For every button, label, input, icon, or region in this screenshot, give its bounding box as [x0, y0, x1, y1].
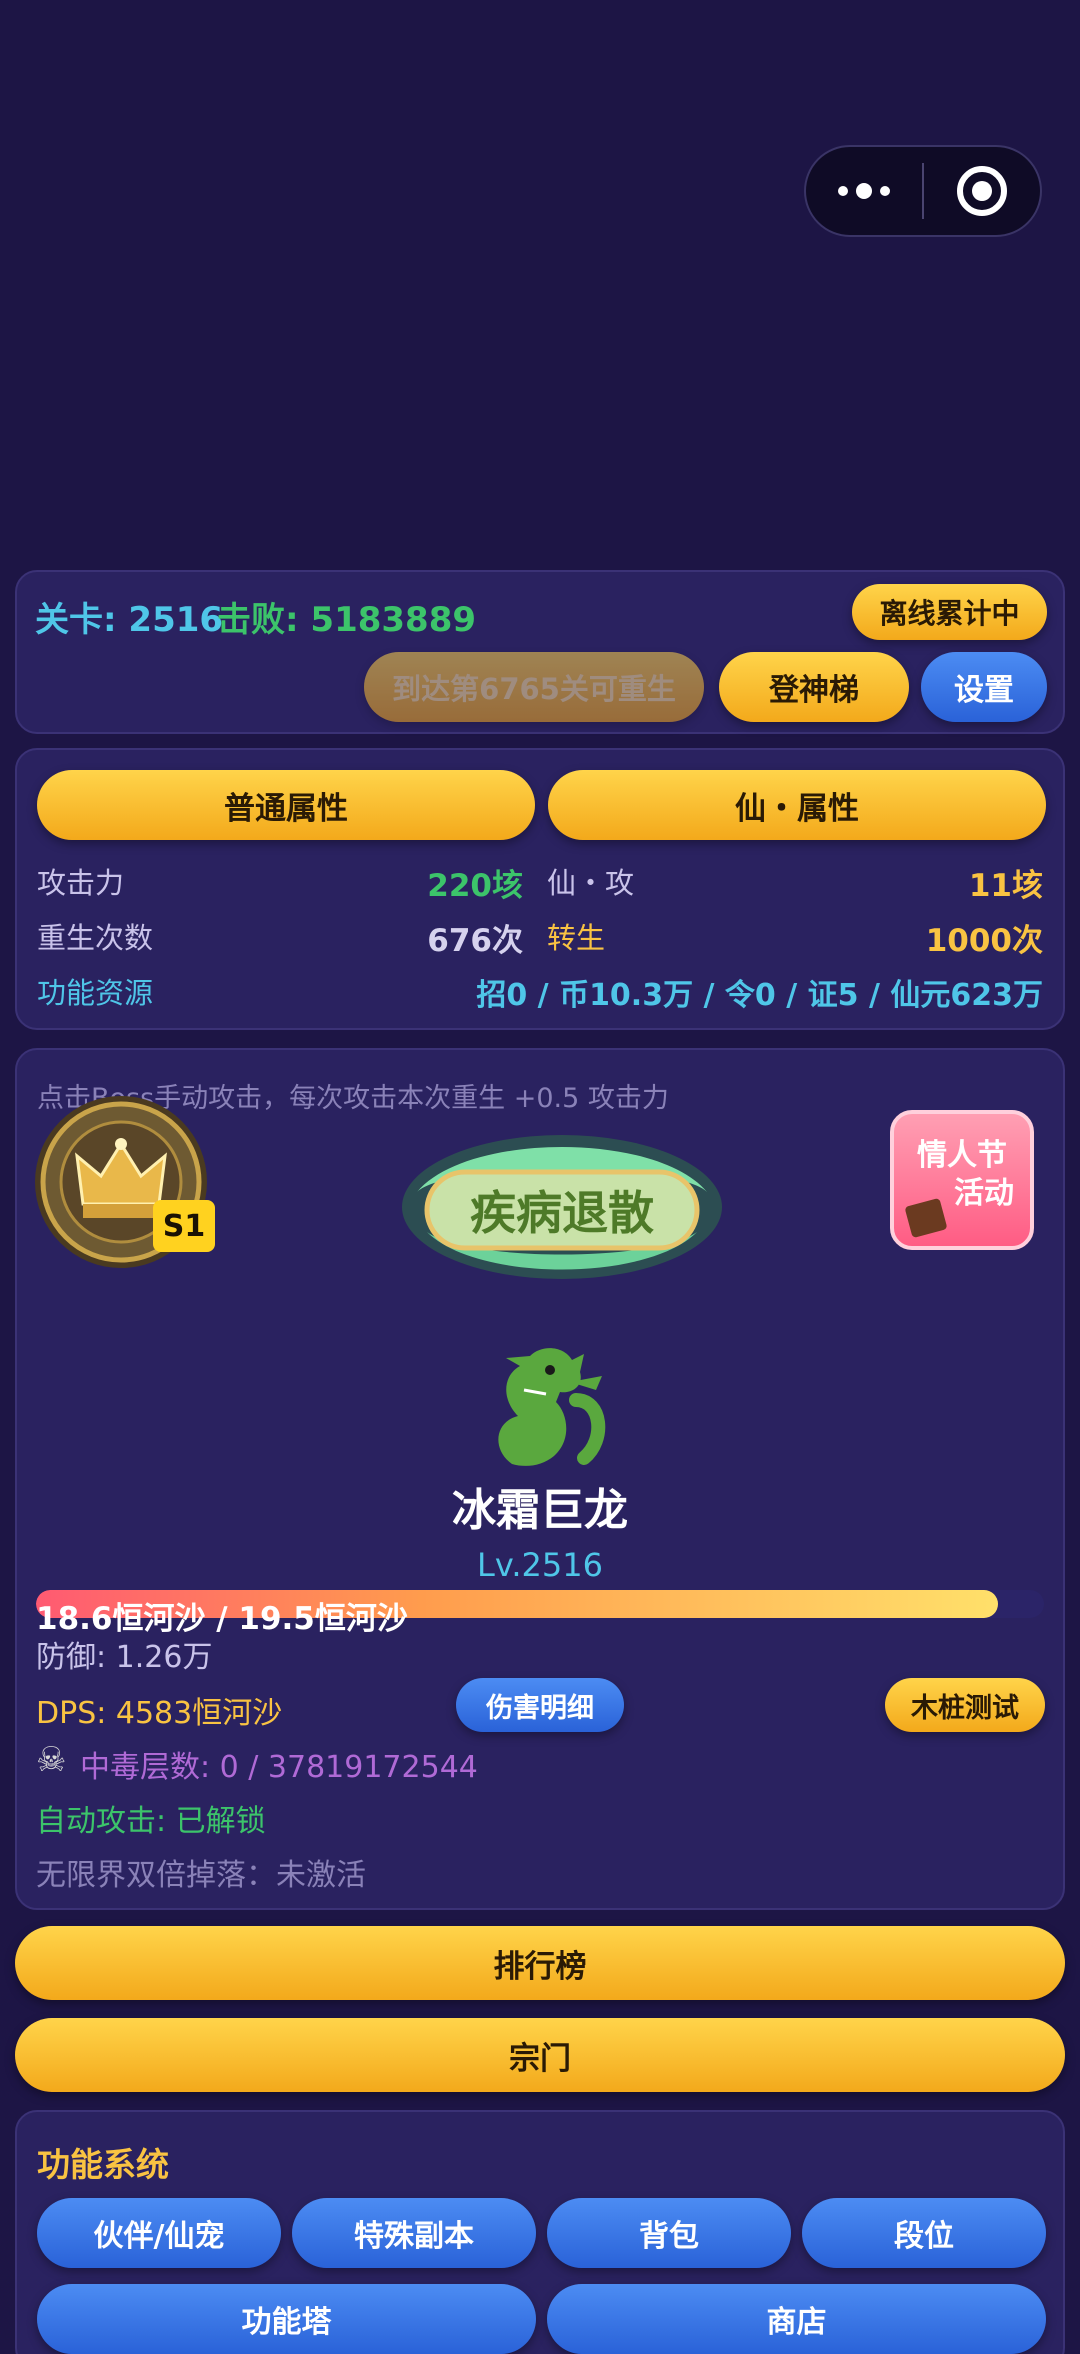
miniprogram-capsule [804, 145, 1042, 237]
dragon-icon [498, 1348, 606, 1466]
poison-stack-text: 中毒层数: 0 / 37819172544 [80, 1750, 478, 1785]
boss-avatar[interactable] [472, 1330, 612, 1470]
reincarnation-value: 1000次 [925, 923, 1043, 959]
valentine-event-button[interactable]: 情人节 活动 [890, 1110, 1034, 1250]
rank-button[interactable]: 段位 [802, 2198, 1046, 2268]
boss-level: Lv.2516 [477, 1546, 603, 1584]
ladder-button[interactable]: 登神梯 [719, 652, 909, 722]
immortal-attack-label: 仙・攻 [547, 866, 635, 900]
reincarnation-label: 转生 [547, 921, 606, 955]
more-menu-button[interactable] [806, 147, 922, 235]
close-miniprogram-button[interactable] [924, 147, 1040, 235]
boss-name: 冰霜巨龙 [452, 1485, 628, 1536]
function-tower-button[interactable]: 功能塔 [37, 2284, 536, 2354]
special-dungeon-button[interactable]: 特殊副本 [292, 2198, 536, 2268]
skull-crossbones-icon: ☠ [36, 1740, 67, 1780]
leaderboard-button[interactable]: 排行榜 [15, 1926, 1065, 2000]
settings-button[interactable]: 设置 [921, 652, 1047, 722]
tab-normal-attributes[interactable]: 普通属性 [37, 770, 535, 840]
resources-label: 功能资源 [37, 976, 154, 1010]
rebirth-count-label: 重生次数 [37, 921, 154, 955]
rebirth-count-value: 676次 [427, 923, 523, 959]
immortal-attack-value: 11垓 [968, 868, 1043, 904]
target-icon [956, 166, 1007, 216]
attack-label: 攻击力 [37, 866, 125, 900]
rebirth-button[interactable]: 到达第6765关可重生 [364, 652, 704, 722]
double-drop-status: 无限界双倍掉落：未激活 [36, 1858, 366, 1893]
partner-pet-button[interactable]: 伙伴/仙宠 [37, 2198, 281, 2268]
dps-text: DPS: 4583恒河沙 [36, 1696, 283, 1731]
backpack-button[interactable]: 背包 [547, 2198, 791, 2268]
shop-button[interactable]: 商店 [547, 2284, 1046, 2354]
sect-button[interactable]: 宗门 [15, 2018, 1065, 2092]
banner-text: 疾病退散 [470, 1186, 654, 1240]
function-systems-panel: 功能系统 伙伴/仙宠 特殊副本 背包 段位 功能塔 商店 [15, 2110, 1065, 2354]
season-badge[interactable]: S1 [31, 1092, 215, 1272]
offline-accumulate-button[interactable]: 离线累计中 [852, 584, 1047, 640]
systems-title: 功能系统 [37, 2145, 169, 2184]
attack-value: 220垓 [427, 868, 523, 904]
attributes-panel: 普通属性 仙・属性 攻击力 220垓 仙・攻 11垓 重生次数 676次 转生 … [15, 748, 1065, 1030]
dummy-test-button[interactable]: 木桩测试 [885, 1678, 1045, 1732]
event-banner: 疾病退散 [387, 1122, 737, 1292]
defense-text: 防御: 1.26万 [36, 1640, 213, 1675]
resources-value: 招0 / 币10.3万 / 令0 / 证5 / 仙元623万 [476, 978, 1043, 1013]
chocolate-icon [904, 1197, 948, 1239]
tab-immortal-attributes[interactable]: 仙・属性 [548, 770, 1046, 840]
damage-detail-button[interactable]: 伤害明细 [456, 1678, 624, 1732]
stage-label: 关卡: 2516 [35, 600, 224, 640]
season-label: S1 [153, 1200, 215, 1252]
auto-attack-status: 自动攻击: 已解锁 [36, 1804, 266, 1839]
kills-label: 击败: 5183889 [217, 600, 477, 640]
status-panel: 关卡: 2516 击败: 5183889 离线累计中 到达第6765关可重生 登… [15, 570, 1065, 734]
